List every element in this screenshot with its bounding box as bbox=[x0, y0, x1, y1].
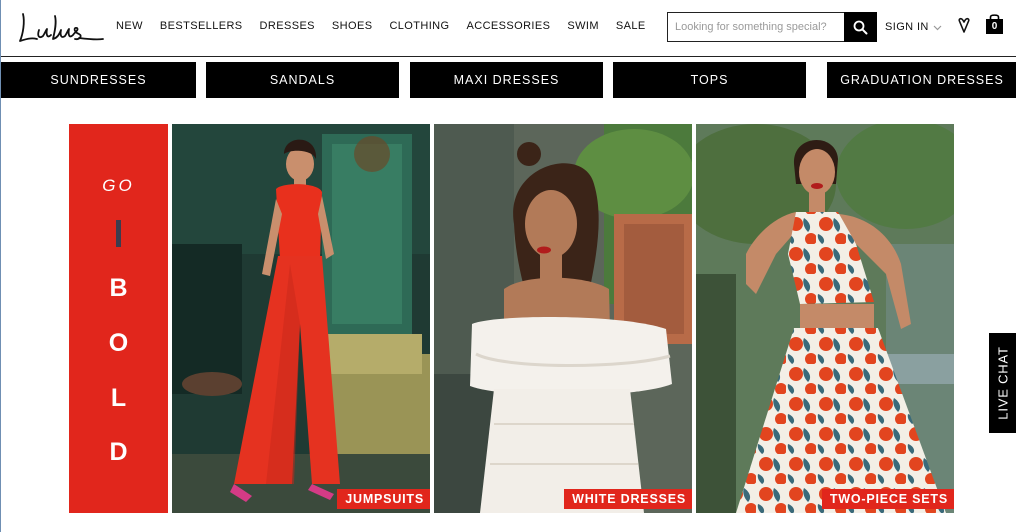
live-chat-label: LIVE CHAT bbox=[995, 346, 1011, 420]
category-graduation-dresses[interactable]: GRADUATION DRESSES bbox=[827, 62, 1016, 98]
tile-label-white-dresses: WHITE DRESSES bbox=[564, 489, 692, 509]
nav-item-bestsellers[interactable]: BESTSELLERS bbox=[160, 20, 243, 32]
category-sandals[interactable]: SANDALS bbox=[206, 62, 399, 98]
bag-count: 0 bbox=[991, 21, 998, 32]
bold-letter-o: O bbox=[108, 329, 129, 357]
two-piece-model-image bbox=[696, 124, 954, 513]
heart-icon[interactable] bbox=[957, 17, 971, 35]
sign-in-label: SIGN IN bbox=[885, 21, 929, 33]
hero-tile-two-piece-sets[interactable]: TWO-PIECE SETS bbox=[696, 124, 954, 513]
nav-item-accessories[interactable]: ACCESSORIES bbox=[466, 20, 550, 32]
nav-item-dresses[interactable]: DRESSES bbox=[260, 20, 315, 32]
search-field bbox=[667, 12, 845, 42]
nav-item-sale[interactable]: SALE bbox=[616, 20, 646, 32]
shopping-bag-button[interactable]: 0 bbox=[985, 13, 1004, 35]
hero-tile-white-dresses[interactable]: WHITE DRESSES bbox=[434, 124, 692, 513]
lulus-logo[interactable] bbox=[17, 8, 105, 48]
category-maxi-dresses[interactable]: MAXI DRESSES bbox=[410, 62, 603, 98]
tile-label-jumpsuits: JUMPSUITS bbox=[337, 489, 430, 509]
nav-item-shoes[interactable]: SHOES bbox=[332, 20, 373, 32]
sign-in-button[interactable]: SIGN IN bbox=[885, 21, 942, 33]
search-icon bbox=[853, 20, 868, 34]
hero-tile-jumpsuits[interactable]: JUMPSUITS bbox=[172, 124, 430, 513]
nav-item-swim[interactable]: SWIM bbox=[567, 20, 599, 32]
divider-mark bbox=[116, 220, 121, 247]
site-header: NEW BESTSELLERS DRESSES SHOES CLOTHING A… bbox=[1, 0, 1016, 57]
white-dress-model-image bbox=[434, 124, 692, 513]
bold-letter-b: B bbox=[109, 274, 128, 302]
jumpsuit-model-image bbox=[172, 124, 430, 513]
bold-letter-d: D bbox=[109, 438, 128, 466]
search-input[interactable] bbox=[668, 13, 844, 41]
tile-label-two-piece-sets: TWO-PIECE SETS bbox=[821, 489, 954, 509]
search-button[interactable] bbox=[844, 12, 877, 42]
nav-item-new[interactable]: NEW bbox=[116, 20, 143, 32]
live-chat-button[interactable]: LIVE CHAT bbox=[989, 333, 1016, 433]
category-tops[interactable]: TOPS bbox=[613, 62, 806, 98]
go-text: GO bbox=[102, 176, 135, 195]
bold-letter-l: L bbox=[110, 384, 127, 412]
lulus-logo-wordmark bbox=[19, 13, 104, 42]
main-nav: NEW BESTSELLERS DRESSES SHOES CLOTHING A… bbox=[116, 20, 663, 32]
go-bold-panel[interactable]: GO B O L D bbox=[69, 124, 168, 513]
nav-item-clothing[interactable]: CLOTHING bbox=[389, 20, 449, 32]
chevron-down-icon bbox=[933, 25, 942, 30]
category-sundresses[interactable]: SUNDRESSES bbox=[1, 62, 196, 98]
